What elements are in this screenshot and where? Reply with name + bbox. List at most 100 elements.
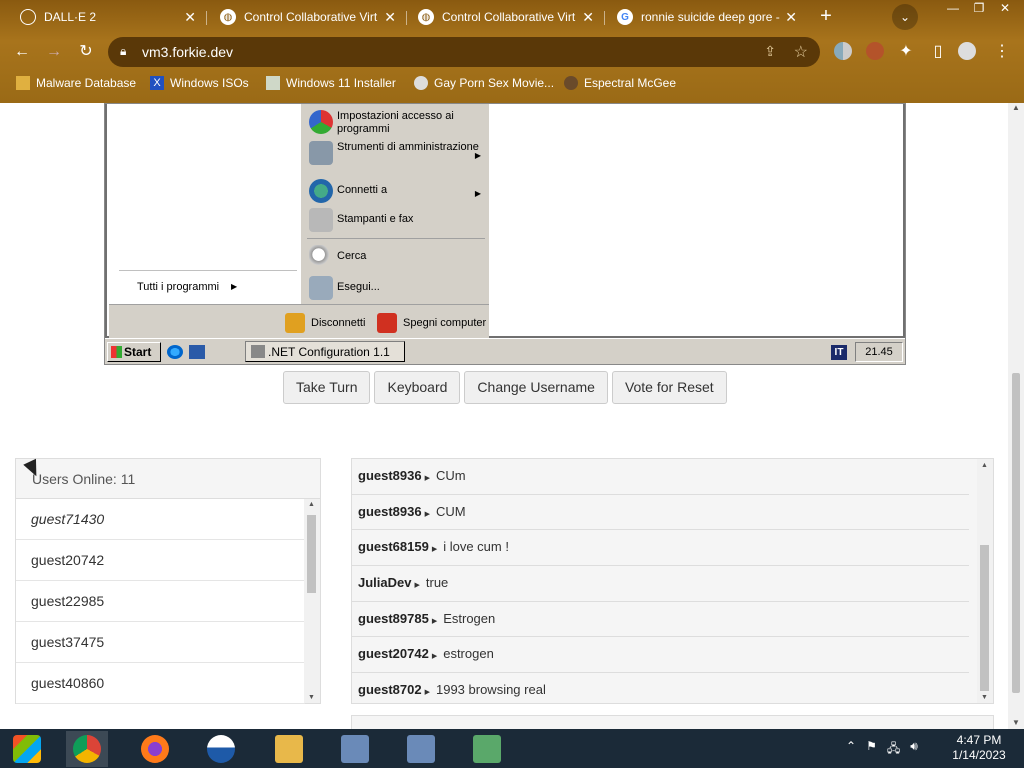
taskbar-app-6[interactable] (334, 731, 376, 767)
vm-desktop[interactable]: Tutti i programmi ▶ Impostazioni accesso… (105, 104, 905, 338)
taskbar-app-7[interactable] (400, 731, 442, 767)
scroll-down-icon[interactable]: ▼ (981, 694, 988, 701)
scroll-thumb[interactable] (307, 515, 316, 593)
taskbar-start-button[interactable] (6, 731, 48, 767)
bookmark-star-icon[interactable]: ☆ (794, 42, 808, 62)
shutdown-button[interactable]: Spegni computer (377, 313, 486, 333)
flag-icon[interactable]: ⚑ (866, 739, 877, 760)
vm-start-button[interactable]: Start (107, 342, 161, 362)
close-tab-icon[interactable]: ✕ (184, 9, 196, 26)
scroll-up-icon[interactable]: ▲ (1012, 103, 1020, 112)
user-row[interactable]: guest22985 (16, 581, 305, 622)
menu-item-connect-to[interactable]: Connetti a ▶ (307, 179, 485, 203)
scroll-up-icon[interactable]: ▲ (308, 501, 315, 508)
menu-item-search[interactable]: Cerca (307, 245, 485, 269)
bookmark-windows-11-installer[interactable]: Windows 11 Installer (266, 76, 396, 90)
scroll-up-icon[interactable]: ▲ (981, 462, 988, 469)
new-tab-button[interactable]: + (814, 5, 838, 29)
bookmark-4[interactable]: Gay Porn Sex Movie... (414, 76, 554, 90)
key-icon (285, 313, 305, 333)
user-row[interactable]: guest40860 (16, 663, 305, 704)
bookmark-label: Windows 11 Installer (286, 76, 396, 90)
language-indicator[interactable]: IT (831, 345, 847, 360)
address-bar[interactable]: 🔒︎ vm3.forkie.dev ⇪ ☆ (108, 37, 820, 67)
bookmark-label: Espectral McGee (584, 76, 677, 90)
message-text: 1993 browsing real (435, 682, 546, 698)
menu-item-admin-tools[interactable]: Strumenti di amministrazione ▶ (307, 141, 485, 165)
volume-icon[interactable]: 🔊︎ (910, 739, 918, 760)
all-programs-item[interactable]: Tutti i programmi ▶ (119, 270, 297, 293)
triangle-icon: ▶ (431, 617, 438, 625)
taskbar-file-explorer[interactable] (268, 731, 310, 767)
close-tab-icon[interactable]: ✕ (785, 9, 797, 26)
admin-tools-icon (309, 141, 333, 165)
share-icon[interactable]: ⇪ (764, 43, 776, 60)
puzzle-extensions-icon[interactable]: ✦ (896, 42, 916, 62)
triangle-icon: ▶ (431, 653, 438, 661)
user-row[interactable]: guest71430 (16, 499, 305, 540)
close-tab-icon[interactable]: ✕ (384, 9, 396, 26)
taskbar-firefox[interactable] (134, 731, 176, 767)
message-text: CUm (435, 468, 466, 483)
menu-item-printers[interactable]: Stampanti e fax (307, 208, 485, 232)
start-label: Start (124, 345, 152, 359)
task-item-label: .NET Configuration 1.1 (268, 344, 390, 359)
scroll-down-icon[interactable]: ▼ (1012, 718, 1020, 727)
keyboard-button[interactable]: Keyboard (374, 371, 461, 404)
close-tab-icon[interactable]: ✕ (582, 9, 594, 26)
user-row[interactable]: guest20742 (16, 540, 305, 581)
avatar[interactable] (958, 42, 976, 60)
chat-message: guest8936 ▶ CUm (352, 459, 969, 495)
tab-google-search[interactable]: G ronnie suicide deep gore - ✕ (597, 3, 807, 31)
side-panel-icon[interactable]: ▯ (928, 42, 948, 62)
folder-icon (16, 76, 30, 90)
os-taskbar: ⌃ ⚑ 🖧︎ 🔊︎ 4:47 PM 1/14/2023 (0, 729, 1024, 768)
page-scrollbar[interactable]: ▲ ▼ (1008, 103, 1024, 729)
menu-divider (307, 238, 485, 239)
bookmark-windows-isos[interactable]: X Windows ISOs (150, 76, 249, 90)
tab-control-collaborative-1[interactable]: ◍ Control Collaborative Virt ✕ (200, 3, 407, 31)
extension-icon[interactable] (834, 42, 852, 60)
scroll-thumb[interactable] (1012, 373, 1020, 693)
profile-extension-icon[interactable] (866, 42, 884, 60)
minimize-icon[interactable]: — (940, 0, 966, 18)
message-username: guest20742 (358, 646, 429, 662)
user-row[interactable]: guest37475 (16, 622, 305, 663)
scroll-down-icon[interactable]: ▼ (308, 694, 315, 701)
chat-message: guest20742 ▶ estrogen (352, 637, 969, 674)
logoff-button[interactable]: Disconnetti (285, 313, 365, 333)
bookmark-espectral-mcgee[interactable]: Espectral McGee (564, 76, 676, 90)
vote-reset-button[interactable]: Vote for Reset (611, 371, 727, 404)
menu-item-program-access[interactable]: Impostazioni accesso ai programmi (307, 110, 485, 136)
os-clock[interactable]: 4:47 PM 1/14/2023 (946, 733, 1012, 763)
chat-scrollbar[interactable]: ▲ ▼ (977, 459, 993, 703)
scroll-thumb[interactable] (980, 545, 989, 691)
restore-icon[interactable]: ❐ (966, 0, 992, 18)
vm-task-item[interactable]: .NET Configuration 1.1 (245, 341, 405, 362)
menu-kebab-icon[interactable]: ⋮ (992, 42, 1012, 62)
menu-item-run[interactable]: Esegui... (307, 276, 485, 300)
back-arrow-icon[interactable]: ← (12, 42, 32, 62)
forward-arrow-icon[interactable]: → (44, 42, 64, 62)
close-window-icon[interactable]: ✕ (992, 0, 1018, 18)
ie-icon[interactable] (167, 345, 183, 359)
vm-screen[interactable]: Tutti i programmi ▶ Impostazioni accesso… (104, 103, 906, 365)
tab-control-collaborative-2[interactable]: ◍ Control Collaborative Virt ✕ (398, 3, 605, 31)
tab-search-chevron-icon[interactable]: ⌄ (892, 4, 918, 30)
bookmark-malware-database[interactable]: Malware Database (16, 76, 136, 90)
network-icon[interactable]: 🖧︎ (887, 739, 900, 760)
taskbar-app-4[interactable] (200, 731, 242, 767)
reload-icon[interactable]: ↻ (76, 42, 96, 62)
take-turn-button[interactable]: Take Turn (283, 371, 371, 404)
show-desktop-icon[interactable] (189, 345, 205, 359)
taskbar-chrome[interactable] (66, 731, 108, 767)
chat-input-row[interactable] (351, 715, 994, 729)
tab-dalle[interactable]: DALL·E 2 ✕ (0, 3, 207, 31)
change-username-button[interactable]: Change Username (464, 371, 608, 404)
users-scrollbar[interactable]: ▲ ▼ (304, 499, 320, 703)
windows-flag-icon (111, 346, 122, 358)
show-hidden-icons-chevron-icon[interactable]: ⌃ (846, 739, 856, 760)
taskbar-app-8[interactable] (466, 731, 508, 767)
vm-start-menu[interactable]: Tutti i programmi ▶ Impostazioni accesso… (109, 104, 489, 338)
url-text[interactable]: vm3.forkie.dev (142, 44, 233, 60)
